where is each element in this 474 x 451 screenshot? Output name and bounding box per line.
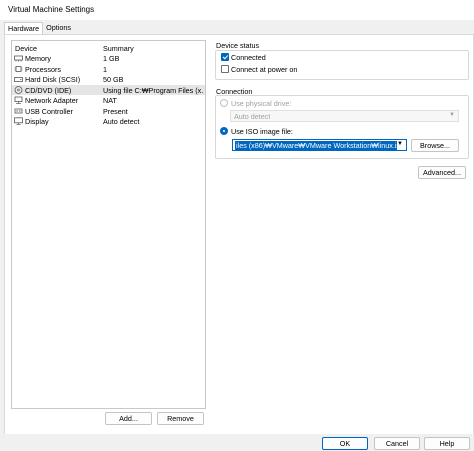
tab-hardware[interactable]: Hardware	[4, 22, 44, 34]
processor-icon	[14, 65, 23, 72]
display-icon	[14, 117, 23, 125]
use-physical-drive-label: Use physical drive:	[231, 99, 292, 108]
device-name: Display	[25, 117, 49, 126]
device-summary: 1 GB	[103, 54, 120, 63]
hard-disk-icon	[14, 77, 23, 82]
window-title: Virtual Machine Settings	[8, 5, 95, 14]
device-summary: Using file C:₩Program Files (x...	[103, 85, 203, 95]
connect-at-power-on-label: Connect at power on	[231, 65, 298, 74]
use-physical-drive-radio[interactable]	[220, 99, 228, 107]
device-name: CD/DVD (IDE)	[25, 85, 72, 95]
list-header: Device Summary	[12, 42, 205, 53]
device-name: Hard Disk (SCSI)	[25, 75, 81, 84]
device-row-hard-disk[interactable]: Hard Disk (SCSI) 50 GB	[12, 74, 205, 85]
cd-dvd-icon	[14, 85, 23, 94]
advanced-button[interactable]: Advanced...	[418, 166, 466, 179]
device-name: Memory	[25, 54, 51, 63]
device-status-heading: Device status	[216, 41, 260, 50]
use-iso-image-radio[interactable]	[220, 127, 228, 135]
network-adapter-icon	[14, 96, 23, 104]
iso-path-text: iles (x86)₩VMware₩VMware Workstation₩lin…	[235, 141, 397, 150]
physical-drive-value: Auto detect	[234, 112, 271, 121]
connected-checkbox[interactable]	[221, 53, 229, 61]
iso-image-path-input[interactable]: iles (x86)₩VMware₩VMware Workstation₩lin…	[232, 139, 407, 151]
device-row-memory[interactable]: Memory 1 GB	[12, 53, 205, 64]
device-summary: Present	[103, 106, 128, 116]
device-row-processors[interactable]: Processors 1	[12, 64, 205, 75]
device-summary: 50 GB	[103, 75, 124, 84]
tab-options[interactable]: Options	[43, 22, 74, 34]
device-name: Processors	[25, 64, 61, 74]
device-name: USB Controller	[25, 106, 73, 116]
device-summary: 1	[103, 64, 107, 74]
connected-label: Connected	[231, 53, 266, 62]
device-row-usb-controller[interactable]: USB Controller Present	[12, 106, 205, 117]
device-row-display[interactable]: Display Auto detect	[12, 116, 205, 127]
vm-settings-window: Virtual Machine Settings Hardware Option…	[0, 0, 474, 451]
chevron-down-icon: ▼	[397, 141, 403, 147]
remove-device-button[interactable]: Remove	[157, 412, 204, 425]
usb-icon	[14, 108, 23, 113]
add-device-button[interactable]: Add...	[105, 412, 152, 425]
physical-drive-select[interactable]: Auto detect ▼	[230, 110, 459, 122]
ok-button[interactable]: OK	[322, 437, 368, 450]
cancel-button[interactable]: Cancel	[374, 437, 420, 450]
memory-icon	[14, 55, 23, 62]
use-iso-image-label: Use ISO image file:	[231, 127, 293, 136]
chevron-down-icon: ▼	[449, 112, 455, 118]
iso-path-value: iles (x86)₩VMware₩VMware Workstation₩lin…	[235, 141, 397, 150]
summary-column-header[interactable]: Summary	[103, 44, 134, 53]
device-summary: NAT	[103, 96, 117, 105]
connect-at-power-on-checkbox[interactable]	[221, 65, 229, 73]
device-column-header[interactable]: Device	[15, 44, 37, 53]
device-list: Device Summary Memory 1 GB Processors 1 …	[11, 40, 206, 409]
browse-button[interactable]: Browse...	[411, 139, 459, 152]
help-button[interactable]: Help	[424, 437, 470, 450]
tab-bar: Hardware Options	[4, 22, 74, 34]
device-row-cd-dvd[interactable]: CD/DVD (IDE) Using file C:₩Program Files…	[12, 84, 205, 95]
device-summary: Auto detect	[103, 117, 140, 126]
title-bar: Virtual Machine Settings	[0, 0, 474, 20]
device-row-network-adapter[interactable]: Network Adapter NAT	[12, 95, 205, 106]
device-name: Network Adapter	[25, 96, 79, 105]
